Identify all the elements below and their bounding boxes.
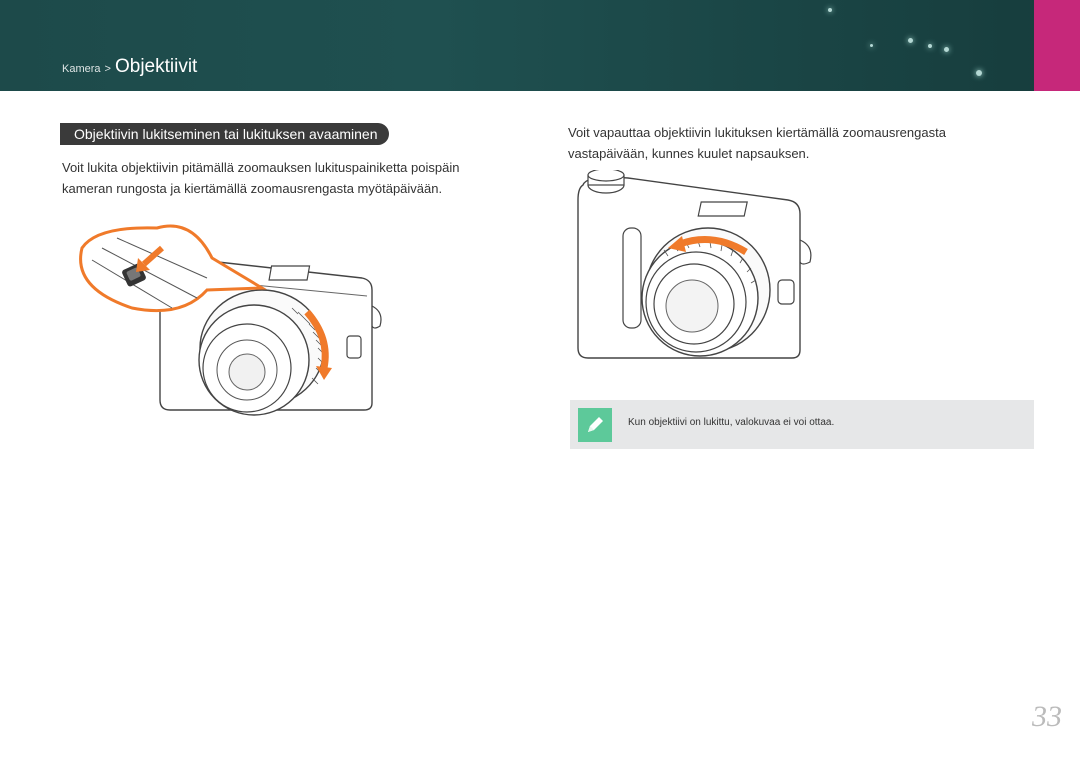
sparkle-icon [828,8,832,12]
sparkle-icon [976,70,982,76]
sparkle-icon [928,44,932,48]
sparkle-icon [944,47,949,52]
note-text: Kun objektiivi on lukittu, valokuvaa ei … [628,417,835,428]
lock-instruction-text: Voit lukita objektiivin pitämällä zoomau… [62,160,460,196]
chapter-accent-tab [1034,0,1080,91]
page-number: 33 [1032,700,1062,733]
camera-unlock-illustration [577,170,812,359]
page-title: Objektiivit [114,56,198,77]
unlock-instruction-text: Voit vapauttaa objektiivin lukituksen ki… [568,125,946,161]
section-title: Objektiivin lukitseminen tai lukituksen … [59,123,390,145]
breadcrumb-separator: > [104,63,111,75]
sparkle-icon [908,38,913,43]
breadcrumb-parent[interactable]: Kamera [62,63,101,75]
pencil-note-icon [578,408,612,442]
note-box: Kun objektiivi on lukittu, valokuvaa ei … [570,400,1034,449]
breadcrumb: Kamera > Objektiivit [62,56,197,78]
camera-lock-illustration [79,224,382,416]
sparkle-icon [870,44,873,47]
page-header: Kamera > Objektiivit [0,0,1080,91]
